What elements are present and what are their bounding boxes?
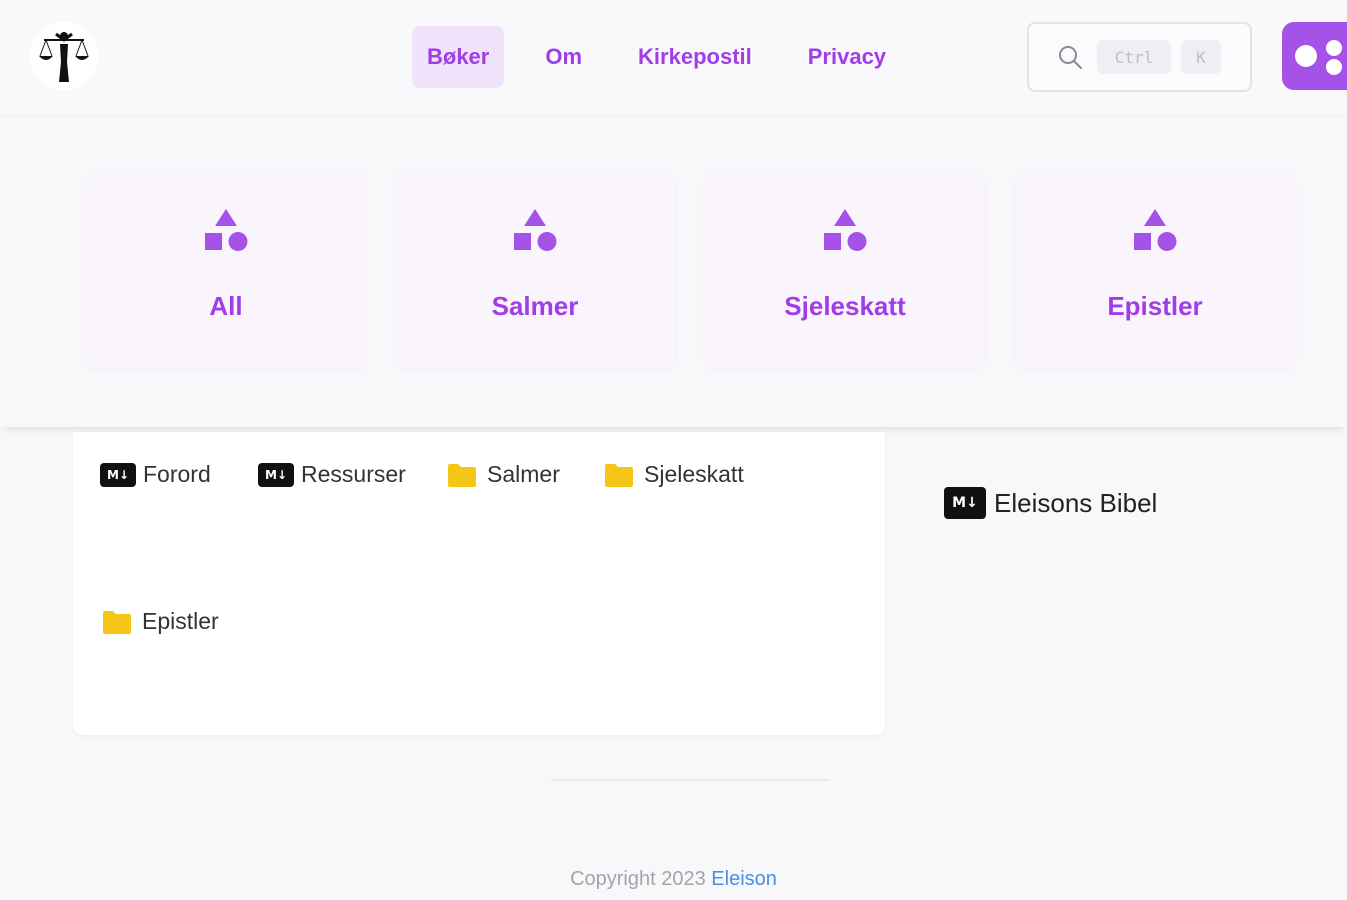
nav-link-om[interactable]: Om bbox=[530, 26, 597, 88]
ctrl-key-hint: Ctrl bbox=[1097, 40, 1171, 74]
search-icon bbox=[1059, 46, 1082, 69]
folder-icon bbox=[103, 610, 131, 634]
category-label: Salmer bbox=[491, 291, 579, 321]
folder-icon bbox=[448, 463, 476, 487]
sidebar-item-label: Eleisons Bibel bbox=[994, 487, 1158, 518]
file-label: Ressurser bbox=[301, 461, 406, 487]
eleison-link[interactable]: Eleison bbox=[711, 868, 777, 890]
file-label: Sjeleskatt bbox=[644, 461, 744, 487]
markdown-icon: M↓ bbox=[258, 462, 294, 487]
top-navbar: Bøker Om Kirkepostil Privacy Ctrl K bbox=[0, 0, 1347, 116]
shapes-icon bbox=[514, 209, 557, 251]
shapes-icon bbox=[824, 209, 867, 251]
category-card-salmer[interactable]: Salmer bbox=[395, 171, 675, 369]
file-item-forord[interactable]: M↓ Forord bbox=[100, 461, 211, 488]
folder-item-salmer[interactable]: Salmer bbox=[447, 461, 560, 488]
category-label: Sjeleskatt bbox=[784, 291, 906, 321]
category-card-epistler[interactable]: Epistler bbox=[1015, 171, 1295, 369]
category-card-sjeleskatt[interactable]: Sjeleskatt bbox=[705, 171, 985, 369]
folder-icon bbox=[605, 463, 633, 487]
file-label: Forord bbox=[143, 461, 211, 487]
category-section: All Salmer Sjeleskatt Epistler bbox=[0, 117, 1347, 427]
markdown-icon: M↓ bbox=[944, 487, 986, 519]
category-card-all[interactable]: All bbox=[86, 171, 366, 369]
shapes-icon bbox=[1134, 209, 1177, 251]
footer-divider bbox=[551, 779, 829, 781]
file-item-ressurser[interactable]: M↓ Ressurser bbox=[258, 461, 406, 488]
nav-link-boker[interactable]: Bøker bbox=[412, 26, 505, 88]
discord-icon bbox=[1295, 40, 1342, 75]
shapes-icon bbox=[205, 209, 248, 251]
category-label: All bbox=[209, 291, 243, 321]
footer: Copyright 2023 Eleison bbox=[0, 868, 1347, 891]
folder-item-sjeleskatt[interactable]: Sjeleskatt bbox=[604, 461, 744, 488]
discord-button[interactable] bbox=[1282, 22, 1347, 90]
sidebar-item-eleisons-bibel[interactable]: M↓ Eleisons Bibel bbox=[944, 487, 1157, 519]
copyright-text: Copyright 2023 bbox=[570, 868, 706, 890]
file-label: Epistler bbox=[142, 608, 219, 634]
folder-item-epistler[interactable]: Epistler bbox=[102, 608, 219, 635]
main-nav: Bøker Om Kirkepostil Privacy bbox=[412, 26, 927, 88]
k-key-hint: K bbox=[1181, 40, 1221, 74]
nav-link-kirkepostil[interactable]: Kirkepostil bbox=[623, 26, 767, 88]
markdown-icon: M↓ bbox=[100, 462, 136, 487]
file-label: Salmer bbox=[487, 461, 560, 487]
file-grid: M↓ Forord M↓ Ressurser Salmer Sjeleskatt… bbox=[73, 432, 885, 735]
nav-link-privacy[interactable]: Privacy bbox=[793, 26, 901, 88]
scales-logo-icon bbox=[39, 32, 89, 82]
category-label: Epistler bbox=[1107, 291, 1203, 321]
site-logo[interactable] bbox=[30, 22, 98, 90]
search-button[interactable]: Ctrl K bbox=[1027, 22, 1252, 92]
